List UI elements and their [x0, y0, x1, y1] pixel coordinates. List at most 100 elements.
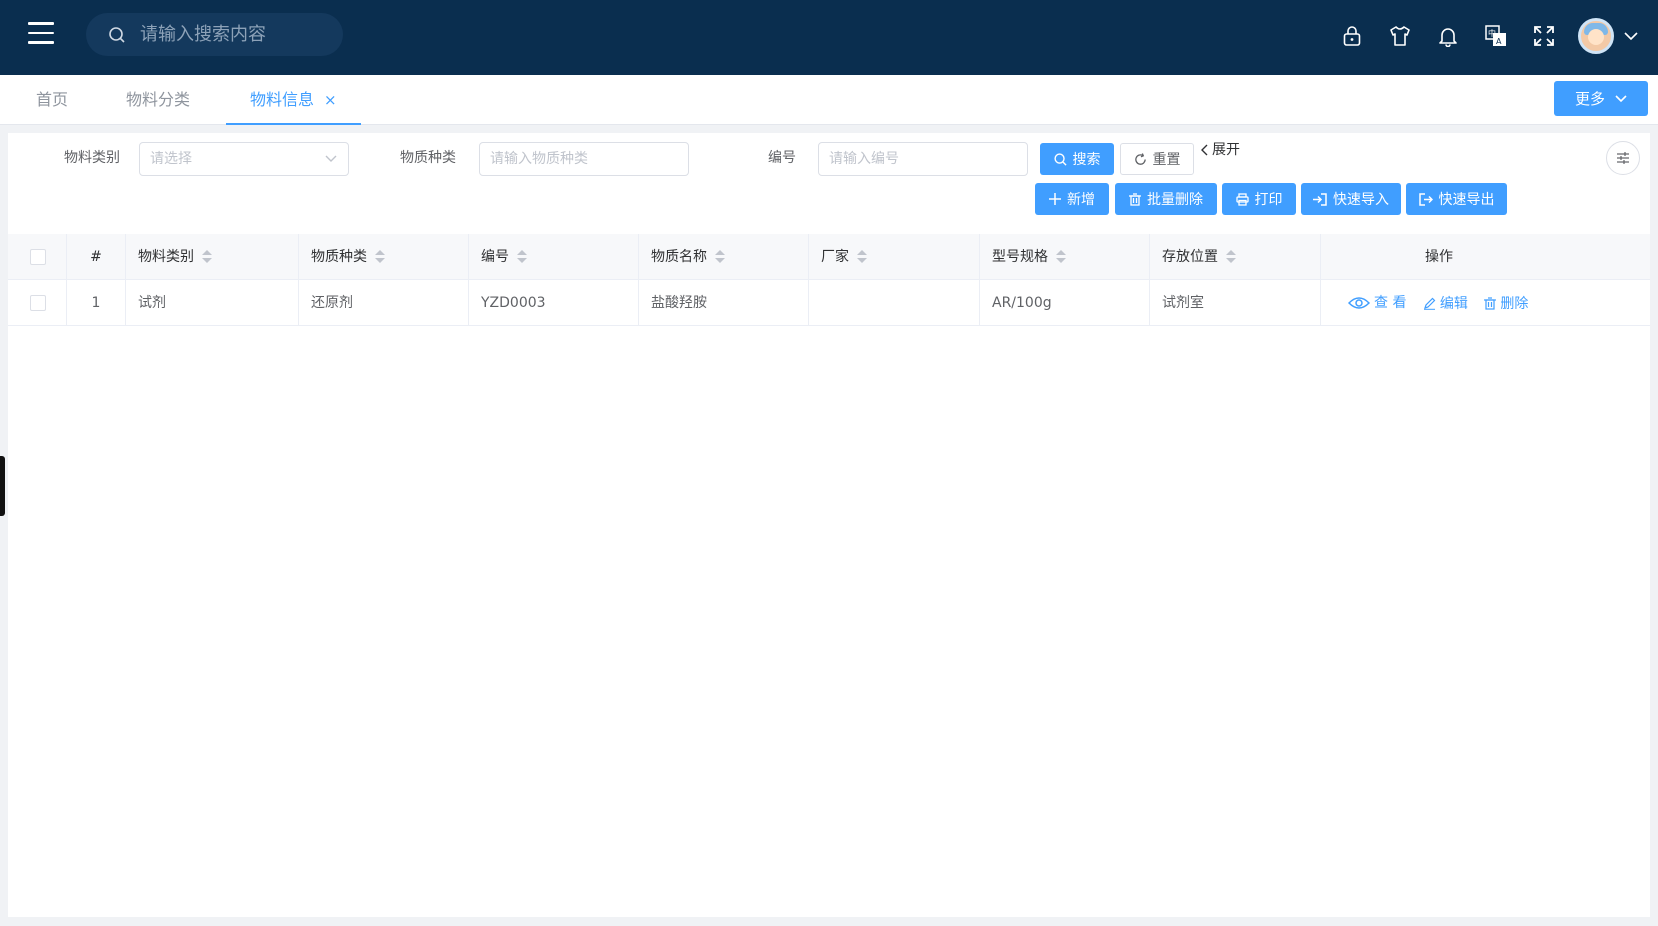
cell-index: 1: [67, 280, 126, 326]
column-header-label: 存放位置: [1162, 249, 1218, 265]
row-select-cell: [8, 280, 67, 326]
cell-name: 盐酸羟胺: [639, 280, 809, 326]
sort-icon[interactable]: [1056, 249, 1066, 265]
view-link-label: 查 看: [1374, 295, 1407, 311]
category-filter-label: 物料类别: [64, 150, 120, 166]
category-select-placeholder: 请选择: [150, 151, 192, 167]
lock-icon[interactable]: [1328, 16, 1376, 56]
cell-code: YZD0003: [469, 280, 639, 326]
eye-icon: [1348, 297, 1370, 309]
batch-delete-button[interactable]: 批量删除: [1115, 183, 1217, 215]
batch-delete-button-label: 批量删除: [1147, 192, 1203, 208]
table-row[interactable]: 1 试剂 还原剂 YZD0003 盐酸羟胺 AR/100g 试剂室 查 看 编辑…: [8, 280, 1650, 326]
print-button-label: 打印: [1254, 192, 1283, 208]
tab-home[interactable]: 首页: [12, 75, 92, 125]
category-select[interactable]: 请选择: [139, 142, 349, 176]
column-header-label: 物质名称: [651, 249, 707, 265]
sort-icon[interactable]: [715, 249, 725, 265]
row-checkbox[interactable]: [30, 295, 46, 311]
language-icon[interactable]: 中A: [1472, 16, 1520, 56]
bell-icon[interactable]: [1424, 16, 1472, 56]
tab-label: 物料信息: [250, 90, 315, 109]
tab-material-category[interactable]: 物料分类: [102, 75, 214, 125]
fullscreen-icon[interactable]: [1520, 16, 1568, 56]
sort-icon[interactable]: [1226, 249, 1236, 265]
global-search[interactable]: [86, 13, 343, 56]
select-all-cell: [8, 234, 67, 280]
cell-maker: [809, 280, 980, 326]
column-header-location[interactable]: 存放位置: [1150, 234, 1321, 280]
chevron-left-icon: [1201, 144, 1208, 156]
column-header-name[interactable]: 物质名称: [639, 234, 809, 280]
add-button-label: 新增: [1067, 192, 1095, 208]
column-header-actions: 操作: [1425, 249, 1453, 265]
svg-text:中: 中: [1488, 28, 1496, 38]
column-header-label: 物质种类: [311, 249, 367, 265]
reset-button[interactable]: 重置: [1120, 143, 1194, 175]
kind-input-placeholder: 请输入物质种类: [490, 151, 588, 167]
column-settings-button[interactable]: [1606, 141, 1640, 175]
tab-close-icon[interactable]: ×: [324, 91, 337, 109]
menu-toggle-icon[interactable]: [28, 22, 56, 48]
cell-kind: 还原剂: [299, 280, 469, 326]
edit-link[interactable]: 编辑: [1423, 281, 1468, 327]
delete-link[interactable]: 删除: [1484, 281, 1528, 327]
search-button-label: 搜索: [1072, 152, 1101, 168]
quick-import-button-label: 快速导入: [1333, 192, 1389, 208]
add-button[interactable]: 新增: [1035, 183, 1109, 215]
material-table: # 物料类别 物质种类 编号 物质名称 厂家 型号规格 存放位置 操作 1 试剂…: [8, 234, 1650, 326]
table-header: # 物料类别 物质种类 编号 物质名称 厂家 型号规格 存放位置 操作: [8, 234, 1650, 280]
more-button[interactable]: 更多: [1554, 81, 1648, 116]
quick-import-button[interactable]: 快速导入: [1301, 183, 1401, 215]
chevron-down-icon[interactable]: [1624, 31, 1638, 41]
print-button[interactable]: 打印: [1222, 183, 1296, 215]
printer-icon: [1235, 192, 1249, 206]
column-header-kind[interactable]: 物质种类: [299, 234, 469, 280]
global-search-input[interactable]: [140, 24, 320, 45]
cell-actions: 查 看 编辑 删除: [1321, 280, 1557, 326]
search-icon: [109, 26, 125, 43]
column-header-category[interactable]: 物料类别: [126, 234, 299, 280]
cell-spec: AR/100g: [980, 280, 1150, 326]
kind-input[interactable]: 请输入物质种类: [479, 142, 689, 176]
code-input-placeholder: 请输入编号: [829, 151, 899, 167]
delete-link-label: 删除: [1500, 295, 1529, 312]
kind-filter-label: 物质种类: [400, 150, 456, 166]
quick-export-button[interactable]: 快速导出: [1406, 183, 1507, 215]
search-icon: [1053, 152, 1067, 166]
code-input[interactable]: 请输入编号: [818, 142, 1028, 176]
column-header-code[interactable]: 编号: [469, 234, 639, 280]
column-header-label: 型号规格: [992, 249, 1048, 265]
chevron-down-icon: [1615, 94, 1627, 102]
tab-material-info[interactable]: 物料信息 ×: [226, 75, 361, 125]
column-header-index: #: [67, 234, 126, 280]
svg-text:A: A: [1496, 37, 1502, 46]
sort-icon[interactable]: [857, 249, 867, 265]
trash-icon: [1484, 297, 1497, 310]
reset-button-label: 重置: [1152, 152, 1181, 168]
refresh-icon: [1134, 152, 1146, 165]
trash-icon: [1129, 192, 1141, 206]
tab-label: 物料分类: [126, 90, 191, 109]
column-header-maker[interactable]: 厂家: [809, 234, 980, 280]
column-header-spec[interactable]: 型号规格: [980, 234, 1150, 280]
sort-icon[interactable]: [375, 249, 385, 265]
tab-label: 首页: [36, 90, 69, 109]
view-link[interactable]: 查 看: [1348, 280, 1406, 326]
column-header-label: 编号: [481, 249, 509, 265]
quick-export-button-label: 快速导出: [1438, 192, 1495, 208]
search-button[interactable]: 搜索: [1040, 143, 1114, 175]
expand-filters-label: 展开: [1212, 142, 1240, 158]
user-avatar[interactable]: [1578, 18, 1614, 54]
code-filter-label: 编号: [768, 150, 796, 166]
column-header-label: 厂家: [821, 249, 849, 265]
import-icon: [1313, 192, 1327, 206]
edit-link-label: 编辑: [1439, 295, 1468, 312]
edit-icon: [1423, 297, 1436, 310]
theme-shirt-icon[interactable]: [1376, 16, 1424, 56]
sidebar-drag-handle[interactable]: [0, 456, 5, 516]
select-all-checkbox[interactable]: [30, 249, 46, 265]
sort-icon[interactable]: [202, 249, 212, 265]
expand-filters-link[interactable]: 展开: [1201, 134, 1240, 166]
sort-icon[interactable]: [517, 249, 527, 265]
